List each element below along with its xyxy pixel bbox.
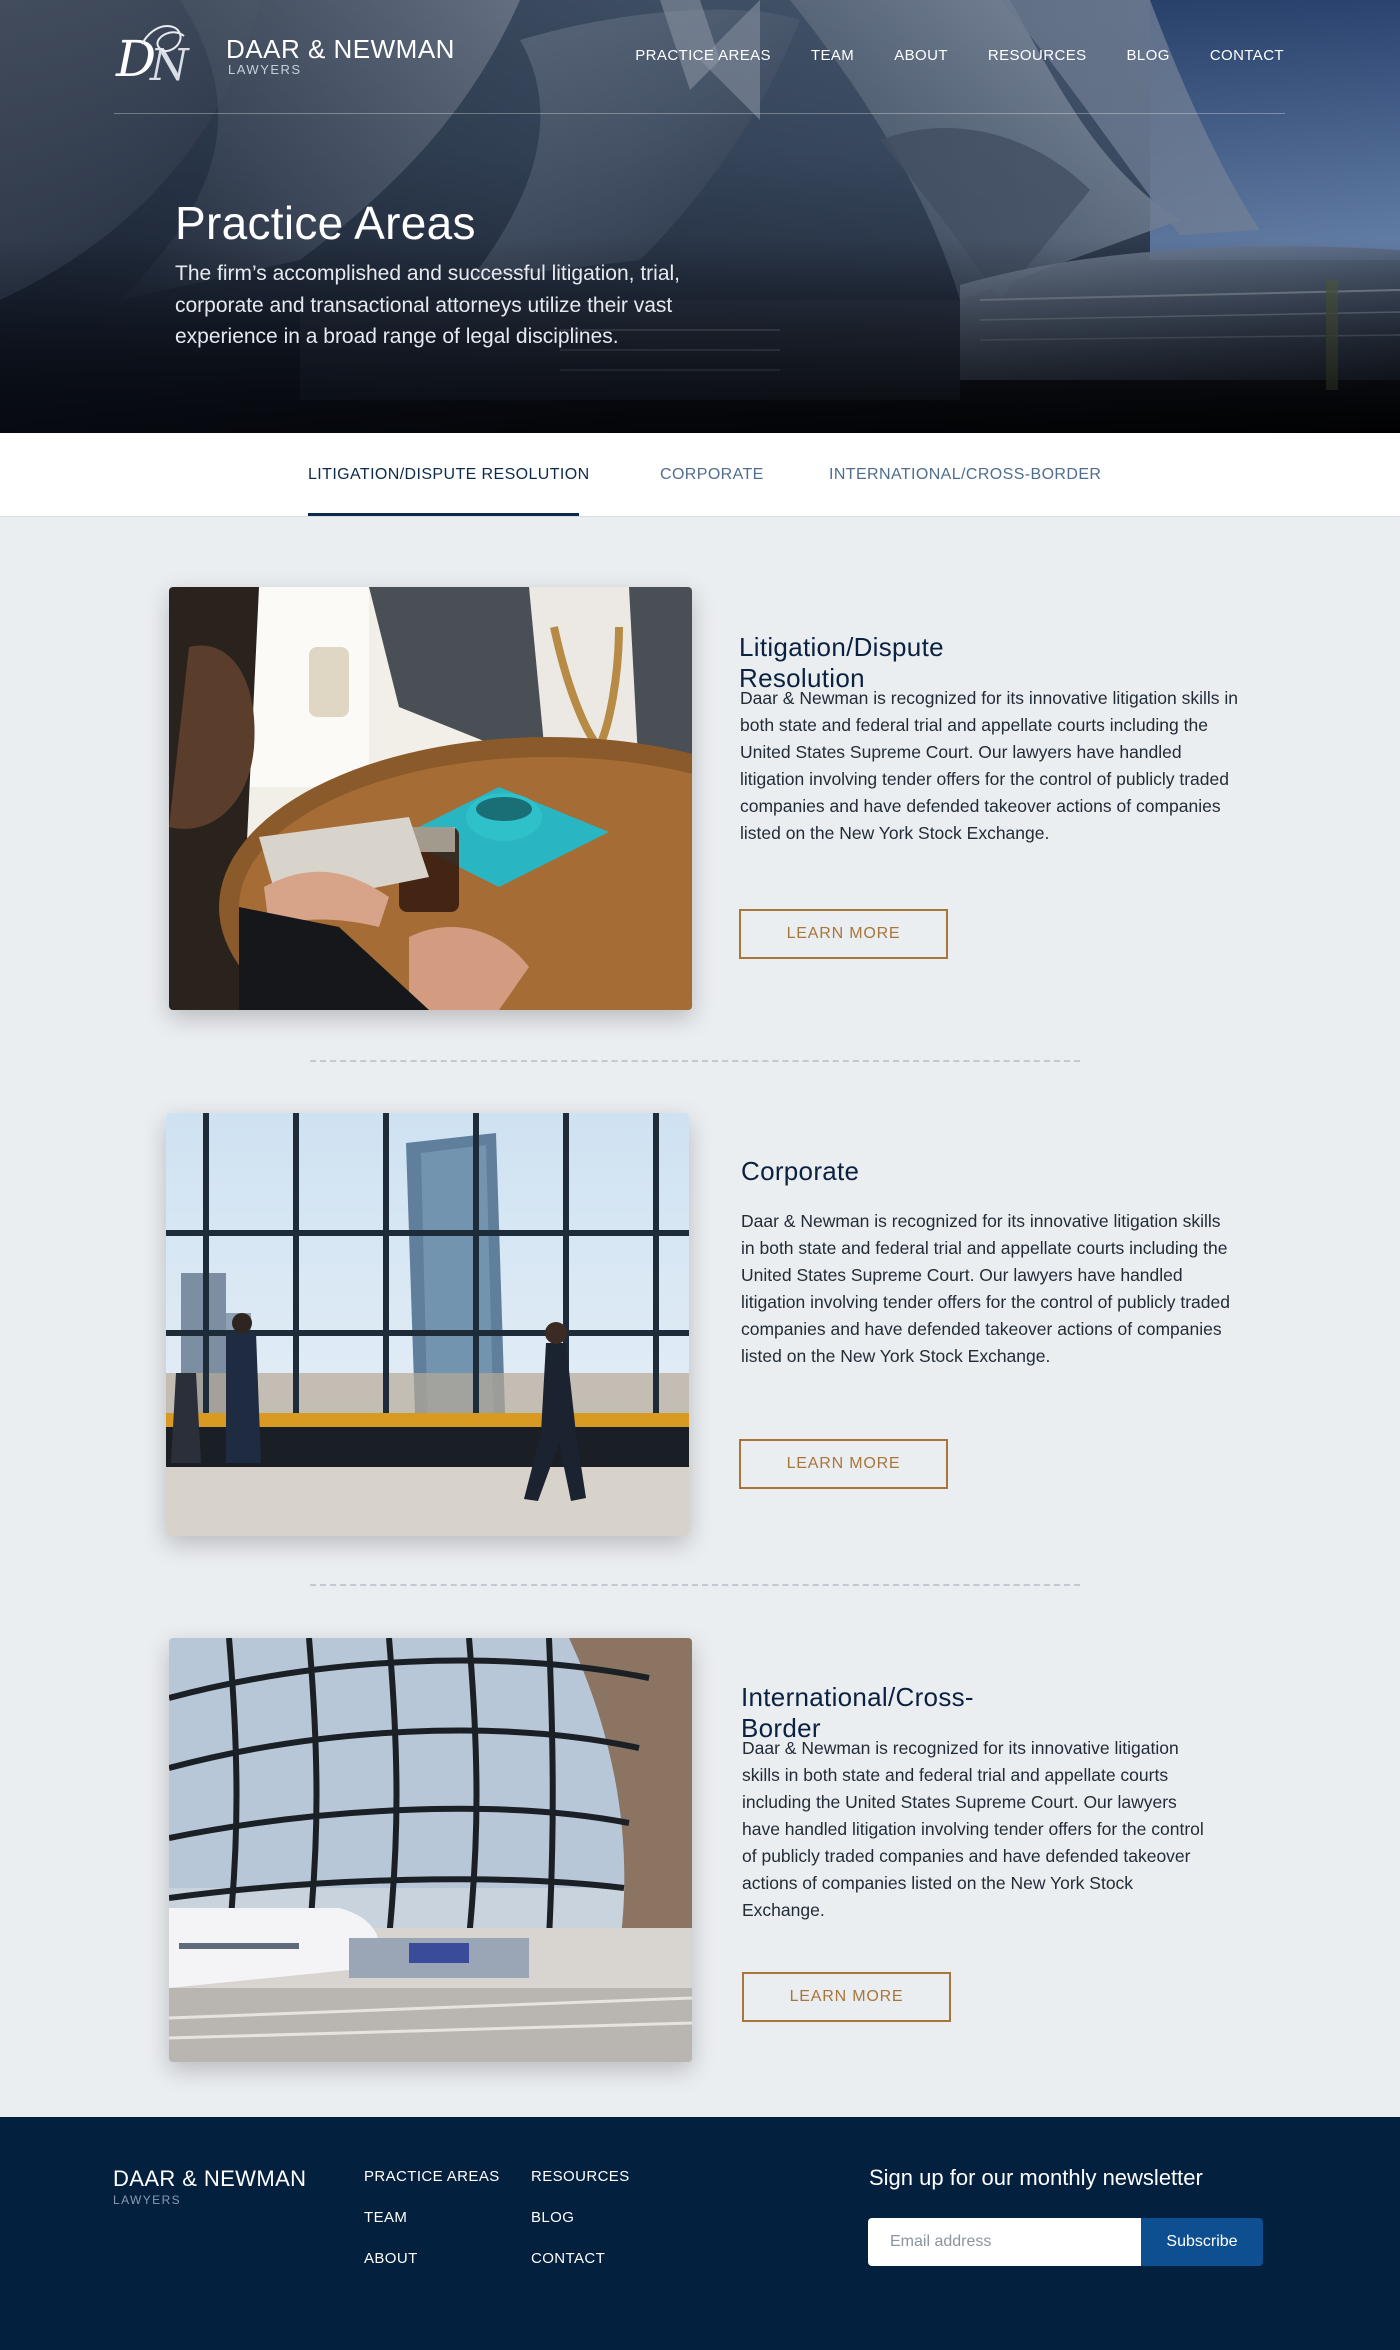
section-body: Daar & Newman is recognized for its inno…: [740, 688, 1238, 843]
section-body: Daar & Newman is recognized for its inno…: [742, 1738, 1204, 1920]
tab-litigation[interactable]: LITIGATION/DISPUTE RESOLUTION: [308, 466, 590, 484]
tab-corporate[interactable]: CORPORATE: [660, 466, 764, 484]
brand-subtitle: LAWYERS: [228, 62, 302, 77]
tab-international[interactable]: INTERNATIONAL/CROSS-BORDER: [829, 466, 1101, 484]
main-nav: PRACTICE AREAS TEAM ABOUT RESOURCES BLOG…: [635, 47, 1284, 64]
learn-more-button[interactable]: LEARN MORE: [742, 1972, 951, 2022]
airport-terminal-photo: [169, 1638, 692, 2062]
monogram-logo-icon: D N: [114, 16, 210, 96]
meeting-photo: [169, 587, 692, 1010]
header-divider: [114, 113, 1285, 114]
practice-tabs: LITIGATION/DISPUTE RESOLUTION CORPORATE …: [0, 433, 1400, 517]
learn-more-button[interactable]: LEARN MORE: [739, 909, 948, 959]
footer-link-about[interactable]: ABOUT: [364, 2250, 418, 2267]
site-footer: DAAR & NEWMAN LAWYERS PRACTICE AREAS TEA…: [0, 2117, 1400, 2350]
footer-logo[interactable]: DAAR & NEWMAN LAWYERS: [113, 2166, 306, 2207]
office-window-photo: [166, 1113, 689, 1536]
footer-brand-name: DAAR & NEWMAN: [113, 2166, 307, 2191]
hero-description: The firm’s accomplished and successful l…: [175, 262, 680, 348]
site-logo[interactable]: D N DAAR & NEWMAN LAWYERS: [114, 16, 455, 96]
nav-item-about[interactable]: ABOUT: [894, 47, 948, 64]
footer-link-resources[interactable]: RESOURCES: [531, 2168, 630, 2185]
footer-link-team[interactable]: TEAM: [364, 2209, 407, 2226]
nav-item-team[interactable]: TEAM: [811, 47, 854, 64]
hero-banner: D N DAAR & NEWMAN LAWYERS PRACTICE AREAS…: [0, 0, 1400, 433]
nav-item-practice-areas[interactable]: PRACTICE AREAS: [635, 47, 771, 64]
learn-more-button[interactable]: LEARN MORE: [739, 1439, 948, 1489]
page-title: Practice Areas: [175, 197, 476, 249]
active-tab-indicator: [308, 513, 579, 516]
subscribe-button[interactable]: Subscribe: [1141, 2218, 1263, 2266]
brand-name: DAAR & NEWMAN: [226, 34, 455, 64]
footer-brand-subtitle: LAWYERS: [113, 2193, 182, 2207]
newsletter-title: Sign up for our monthly newsletter: [869, 2165, 1203, 2190]
newsletter-email-input[interactable]: [868, 2218, 1141, 2266]
section-title: Corporate: [741, 1156, 860, 1186]
section-divider: [310, 1060, 1080, 1062]
nav-item-contact[interactable]: CONTACT: [1210, 47, 1284, 64]
footer-link-practice-areas[interactable]: PRACTICE AREAS: [364, 2168, 500, 2185]
section-body: Daar & Newman is recognized for its inno…: [741, 1211, 1230, 1366]
nav-item-resources[interactable]: RESOURCES: [988, 47, 1087, 64]
footer-link-contact[interactable]: CONTACT: [531, 2250, 605, 2267]
section-divider: [310, 1584, 1080, 1586]
footer-link-blog[interactable]: BLOG: [531, 2209, 574, 2226]
svg-text:N: N: [149, 40, 190, 91]
nav-item-blog[interactable]: BLOG: [1127, 47, 1170, 64]
